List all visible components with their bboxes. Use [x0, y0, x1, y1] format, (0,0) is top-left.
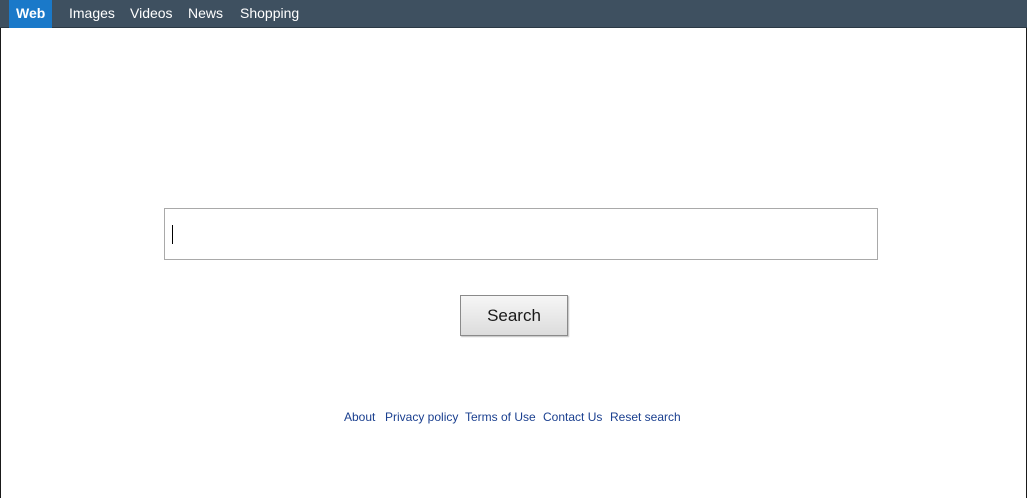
text-caret [172, 225, 173, 244]
nav-tab-images[interactable]: Images [69, 0, 115, 28]
footer-link-contact-us[interactable]: Contact Us [543, 410, 602, 424]
footer-links: About Privacy policy Terms of Use Contac… [0, 410, 1027, 426]
footer-link-privacy-policy[interactable]: Privacy policy [385, 410, 458, 424]
footer-link-about[interactable]: About [344, 410, 375, 424]
nav-tab-videos[interactable]: Videos [130, 0, 173, 28]
nav-tab-news[interactable]: News [188, 0, 223, 28]
search-box [164, 208, 878, 260]
top-nav-bar: Web Images Videos News Shopping [0, 0, 1027, 28]
footer-link-terms-of-use[interactable]: Terms of Use [465, 410, 536, 424]
nav-tab-shopping[interactable]: Shopping [240, 0, 299, 28]
footer-link-reset-search[interactable]: Reset search [610, 410, 681, 424]
nav-tab-web[interactable]: Web [9, 0, 53, 28]
search-button[interactable]: Search [460, 295, 568, 336]
search-input[interactable] [165, 209, 877, 259]
